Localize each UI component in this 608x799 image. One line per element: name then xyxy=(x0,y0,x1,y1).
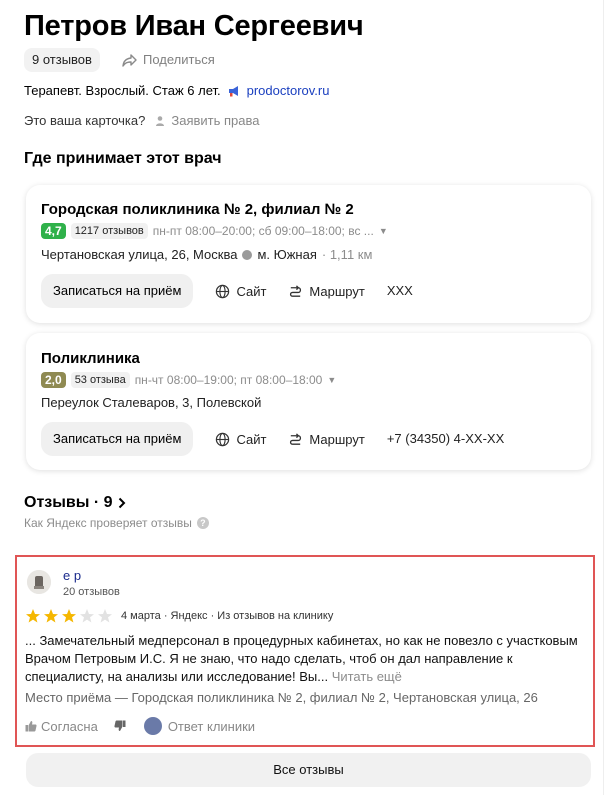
clinic-phone[interactable]: XXX xyxy=(387,274,413,308)
reviews-section-title[interactable]: Отзывы · 9 xyxy=(24,494,127,512)
doctor-name: Петров Иван Сергеевич xyxy=(24,10,364,42)
star-filled-icon xyxy=(62,609,76,623)
claim-row: Это ваша карточка? Заявить права xyxy=(24,113,260,128)
clinic-address-row: Чертановская улица, 26, Москва м. Южная … xyxy=(41,247,372,262)
site-button[interactable]: Сайт xyxy=(215,422,266,456)
clinic-reviews-count[interactable]: 1217 отзывов xyxy=(70,223,148,239)
chevron-right-icon xyxy=(118,497,125,509)
thumbs-up-icon xyxy=(25,721,37,732)
claim-question: Это ваша карточка? xyxy=(24,113,146,128)
agree-button[interactable]: Согласна xyxy=(25,719,98,734)
share-icon xyxy=(122,53,137,67)
chevron-down-icon[interactable]: ▼ xyxy=(379,226,388,236)
review-meta: 4 марта · Яндекс · Из отзывов на клинику xyxy=(121,610,334,622)
reviews-count-chip[interactable]: 9 отзывов xyxy=(24,48,100,72)
megaphone-icon xyxy=(228,85,238,96)
thumbs-down-icon xyxy=(114,720,126,731)
metro-station: м. Южная xyxy=(257,247,317,262)
clinic-rating-badge: 2,0 xyxy=(41,372,66,388)
person-icon xyxy=(156,115,165,126)
doctor-specialty-row: Терапевт. Взрослый. Стаж 6 лет. prodocto… xyxy=(24,83,329,98)
clinic-hours[interactable]: пн-чт 08:00–19:00; пт 08:00–18:00 xyxy=(135,373,323,387)
doctor-specialty: Терапевт. Взрослый. Стаж 6 лет. xyxy=(24,83,221,98)
source-link[interactable]: prodoctorov.ru xyxy=(247,83,330,98)
clinic-reviews-count[interactable]: 53 отзыва xyxy=(70,372,130,388)
site-label: Сайт xyxy=(236,283,267,299)
route-label: Маршрут xyxy=(309,283,365,299)
site-label: Сайт xyxy=(236,431,267,447)
where-section-title: Где принимает этот врач xyxy=(24,150,222,167)
clinic-phone[interactable]: +7 (34350) 4-XX-XX xyxy=(387,422,504,456)
review-text: ... Замечательный медперсонал в процедур… xyxy=(25,632,595,686)
clinic-card[interactable]: Поликлиника 2,0 53 отзыва пн-чт 08:00–19… xyxy=(26,333,591,470)
clinic-address: Переулок Сталеваров, 3, Полевской xyxy=(41,395,262,410)
question-icon: ? xyxy=(196,517,209,529)
reviews-title: Отзывы · 9 xyxy=(24,494,113,511)
review-body: ... Замечательный медперсонал в процедур… xyxy=(25,633,578,684)
clinic-actions: Записаться на приём Сайт Маршрут XXX xyxy=(41,274,413,308)
clinic-hours[interactable]: пн-пт 08:00–20:00; сб 09:00–18:00; вс ..… xyxy=(153,224,374,238)
review-place: Место приёма — Городская поликлиника № 2… xyxy=(25,690,538,705)
review-author-name[interactable]: е р xyxy=(63,568,81,583)
chevron-down-icon[interactable]: ▼ xyxy=(327,375,336,385)
review-stars xyxy=(25,608,113,624)
clinic-answer-button[interactable]: Ответ клиники xyxy=(143,717,256,735)
avatar[interactable] xyxy=(27,570,51,594)
review-rating-row: 4 марта · Яндекс · Из отзывов на клинику xyxy=(25,608,333,624)
star-filled-icon xyxy=(44,609,58,623)
claim-rights-label: Заявить права xyxy=(171,113,260,128)
clinic-title[interactable]: Поликлиника xyxy=(41,350,140,367)
globe-icon xyxy=(216,284,230,298)
agree-label: Согласна xyxy=(41,718,98,734)
clinic-distance: · 1,11 км xyxy=(321,247,373,262)
review-card: е р 20 отзывов 4 марта · Яндекс · Из отз… xyxy=(15,555,595,747)
clinic-meta: 4,7 1217 отзывов пн-пт 08:00–20:00; сб 0… xyxy=(41,223,388,239)
clinic-address: Чертановская улица, 26, Москва xyxy=(41,247,238,262)
review-author-count: 20 отзывов xyxy=(63,586,120,598)
star-empty-icon xyxy=(98,609,112,623)
doctor-card: Петров Иван Сергеевич 9 отзывов Поделить… xyxy=(4,0,604,795)
star-empty-icon xyxy=(80,609,94,623)
share-label: Поделиться xyxy=(143,52,215,67)
review-feedback-row: Согласна Ответ клиники xyxy=(25,717,255,735)
route-button[interactable]: Маршрут xyxy=(288,274,365,308)
all-reviews-button[interactable]: Все отзывы xyxy=(26,753,591,787)
route-icon xyxy=(290,432,302,445)
book-appointment-button[interactable]: Записаться на приём xyxy=(41,422,194,456)
route-label: Маршрут xyxy=(309,431,365,447)
metro-icon xyxy=(242,249,253,260)
read-more-link[interactable]: Читать ещё xyxy=(332,669,402,684)
clinic-address-row: Переулок Сталеваров, 3, Полевской xyxy=(41,395,261,410)
route-icon xyxy=(290,284,302,297)
clinic-rating-badge: 4,7 xyxy=(41,223,66,239)
route-button[interactable]: Маршрут xyxy=(288,422,365,456)
clinic-meta: 2,0 53 отзыва пн-чт 08:00–19:00; пт 08:0… xyxy=(41,372,336,388)
clinic-title[interactable]: Городская поликлиника № 2, филиал № 2 xyxy=(41,201,354,218)
how-reviews-checked[interactable]: Как Яндекс проверяет отзывы ? xyxy=(24,516,209,530)
disagree-button[interactable] xyxy=(114,720,126,732)
globe-icon xyxy=(216,432,230,446)
site-button[interactable]: Сайт xyxy=(215,274,266,308)
share-button[interactable]: Поделиться xyxy=(122,48,215,72)
clinic-card[interactable]: Городская поликлиника № 2, филиал № 2 4,… xyxy=(26,185,591,323)
star-filled-icon xyxy=(26,609,40,623)
clinic-answer-label: Ответ клиники xyxy=(167,718,256,734)
how-reviews-checked-label: Как Яндекс проверяет отзывы xyxy=(24,516,192,530)
clinic-logo-icon xyxy=(143,717,162,735)
book-appointment-button[interactable]: Записаться на приём xyxy=(41,274,194,308)
claim-rights-button[interactable]: Заявить права xyxy=(155,113,260,128)
clinic-actions: Записаться на приём Сайт Маршрут +7 (343… xyxy=(41,422,504,456)
